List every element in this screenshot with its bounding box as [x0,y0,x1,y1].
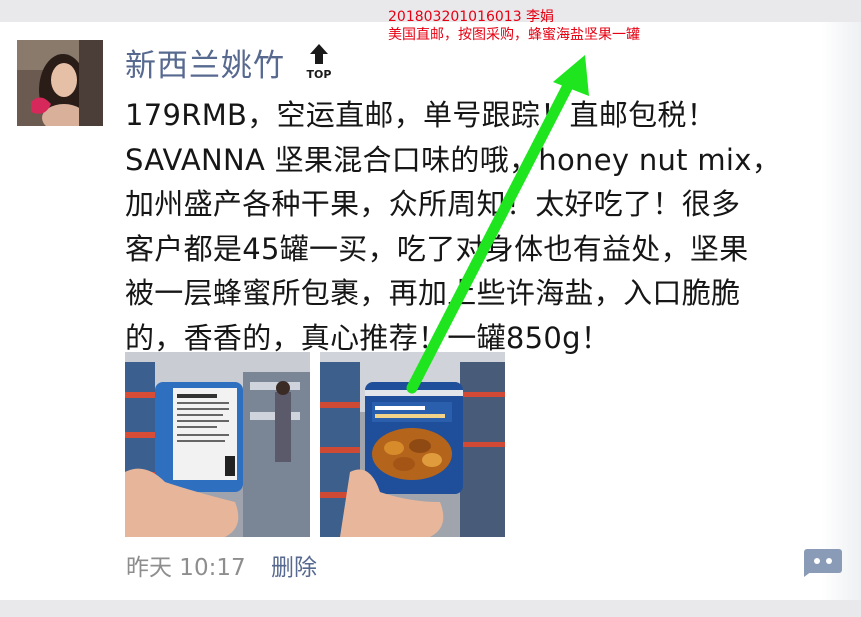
pin-top-label: TOP [307,68,332,81]
order-annotation: 201803201016013 李娟 美国直邮，按图采购，蜂蜜海盐坚果一罐 [388,8,640,44]
comment-icon[interactable] [804,549,842,577]
avatar[interactable] [17,40,103,126]
post-photo-2[interactable] [320,352,505,537]
order-annotation-line2: 美国直邮，按图采购，蜂蜜海盐坚果一罐 [388,27,640,43]
post-time: 昨天 10:17 [126,555,246,581]
pin-top-icon[interactable]: TOP [303,40,337,84]
order-annotation-line1: 201803201016013 李娟 [388,9,555,25]
delete-link[interactable]: 删除 [271,548,317,582]
username[interactable]: 新西兰姚竹 [125,40,285,85]
post-photo-1[interactable] [125,352,310,537]
moments-post-screen: 新西兰姚竹 TOP 179RMB，空运直邮，单号跟踪！直邮包税！ SAVANNA… [0,0,861,617]
post-text: 179RMB，空运直邮，单号跟踪！直邮包税！ SAVANNA 坚果混合口味的哦，… [125,98,782,355]
